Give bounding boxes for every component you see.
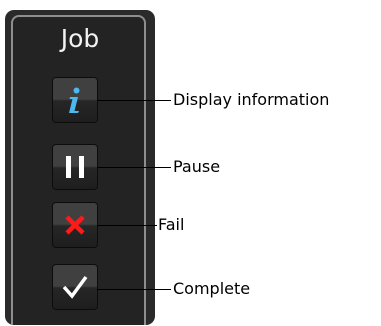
close-x-icon	[65, 215, 85, 235]
pause-button[interactable]	[53, 145, 97, 189]
display-information-button[interactable]	[53, 78, 97, 122]
fail-label: Fail	[158, 215, 185, 234]
fail-callout-line	[97, 225, 157, 226]
pause-icon	[66, 156, 84, 178]
info-icon	[69, 87, 80, 113]
complete-button[interactable]	[53, 265, 97, 309]
pause-label: Pause	[173, 157, 221, 176]
complete-label: Complete	[173, 279, 251, 298]
pause-callout-line	[97, 167, 171, 168]
display-information-callout-line	[97, 100, 171, 101]
complete-callout-line	[97, 289, 171, 290]
fail-button[interactable]	[53, 203, 97, 247]
display-information-label: Display information	[173, 90, 330, 109]
checkmark-icon	[62, 275, 88, 299]
job-panel-title: Job	[60, 24, 100, 53]
